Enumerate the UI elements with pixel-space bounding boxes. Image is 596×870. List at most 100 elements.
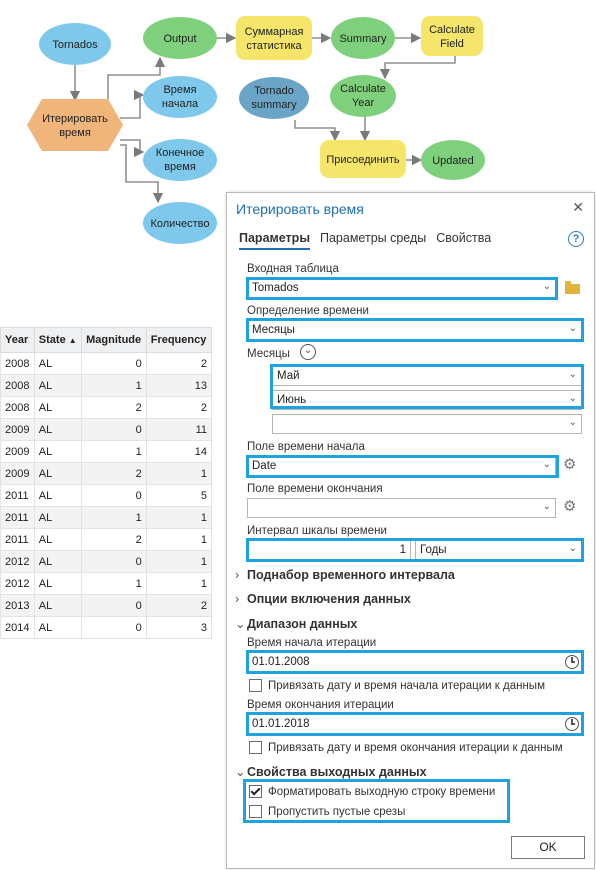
table-row[interactable]: 2011 AL 0 5 — [0, 484, 213, 507]
section-include[interactable]: › Опции включения данных — [235, 592, 411, 606]
snap-end-checkbox[interactable] — [249, 741, 262, 754]
table-row[interactable]: 2009 AL 2 1 — [0, 462, 213, 485]
time-step-unit-select[interactable]: Годы ⌄ — [415, 540, 582, 560]
chevron-down-icon[interactable]: ⌄ — [543, 498, 551, 516]
chevron-down-icon[interactable]: ⌄ — [569, 320, 577, 338]
table-cell: 1 — [145, 528, 213, 551]
node-calculate-field[interactable]: Calculate Field — [421, 16, 483, 56]
table-row[interactable]: 2012 AL 1 1 — [0, 572, 213, 595]
section-range[interactable]: ⌄ Диапазон данных — [235, 616, 357, 631]
start-time-field-select[interactable]: Date ⌄ — [247, 456, 556, 476]
table-row[interactable]: 2008 AL 1 13 — [0, 374, 213, 397]
skip-empty-checkbox-row[interactable]: Пропустить пустые срезы — [249, 805, 405, 818]
ok-button[interactable]: OK — [511, 836, 585, 859]
table-cell: 1 — [145, 572, 213, 595]
column-header-state[interactable]: State ▲ — [33, 327, 83, 353]
table-cell: 2009 — [0, 440, 35, 463]
table-cell: 2013 — [0, 594, 35, 617]
table-cell: 1 — [145, 550, 213, 573]
iteration-end-label: Время окончания итерации — [247, 699, 394, 711]
chevron-down-icon[interactable]: ⌄ — [569, 366, 577, 384]
column-header-magnitude[interactable]: Magnitude — [81, 327, 147, 353]
chevron-down-icon[interactable]: ⌄ — [569, 414, 577, 432]
node-tornado-summary[interactable]: Tornado summary — [239, 77, 309, 119]
sort-ascending-icon: ▲ — [68, 336, 77, 345]
node-join[interactable]: Присоединить — [320, 140, 406, 178]
gear-icon[interactable]: ⚙ — [563, 455, 576, 473]
table-cell: 13 — [145, 374, 213, 397]
node-summary-statistics[interactable]: Суммарная статистика — [236, 16, 312, 60]
table-row[interactable]: 2008 AL 2 2 — [0, 396, 213, 419]
node-end-time[interactable]: Конечное время — [143, 139, 217, 181]
node-summary[interactable]: Summary — [331, 17, 395, 59]
table-cell: 2 — [81, 396, 147, 419]
snap-start-checkbox[interactable] — [249, 679, 262, 692]
chevron-down-icon[interactable]: ⌄ — [569, 540, 577, 558]
node-start-time[interactable]: Время начала — [143, 76, 217, 118]
column-header-year[interactable]: Year — [0, 327, 35, 353]
node-count[interactable]: Количество — [143, 202, 217, 244]
table-cell: 5 — [145, 484, 213, 507]
help-icon[interactable]: ? — [568, 231, 584, 247]
node-output[interactable]: Output — [143, 17, 217, 59]
format-output-checkbox[interactable] — [249, 785, 262, 798]
table-row[interactable]: 2009 AL 0 11 — [0, 418, 213, 441]
month-value-1[interactable]: Май ⌄ — [272, 366, 582, 386]
tab-environments[interactable]: Параметры среды — [320, 231, 426, 250]
collapse-chevron-icon[interactable]: ⌄ — [300, 344, 316, 360]
time-step-value-input[interactable]: 1 — [247, 540, 411, 560]
table-cell: 0 — [81, 594, 147, 617]
chevron-down-icon[interactable]: ⌄ — [543, 278, 551, 296]
iteration-end-input[interactable]: 01.01.2018 — [247, 714, 582, 734]
table-row[interactable]: 2014 AL 0 3 — [0, 616, 213, 639]
chevron-down-icon[interactable]: ⌄ — [569, 390, 577, 408]
section-output[interactable]: ⌄ Свойства выходных данных — [235, 764, 427, 779]
input-table-field[interactable]: Tomados ⌄ — [247, 278, 556, 298]
svg-text:время: время — [164, 161, 196, 173]
chevron-down-icon[interactable]: ⌄ — [543, 456, 551, 474]
node-calculate-year[interactable]: Calculate Year — [330, 75, 396, 117]
month-value-empty[interactable]: ⌄ — [272, 414, 582, 434]
svg-text:Calculate: Calculate — [429, 24, 475, 36]
node-updated[interactable]: Updated — [421, 140, 485, 180]
svg-text:Year: Year — [352, 97, 375, 109]
close-icon[interactable]: ✕ — [572, 199, 584, 216]
table-cell: 2 — [145, 396, 213, 419]
table-row[interactable]: 2008 AL 0 2 — [0, 352, 213, 375]
table-cell: AL — [33, 528, 83, 551]
node-iterate-time[interactable]: Итерировать время — [27, 99, 123, 151]
snap-start-checkbox-row[interactable]: Привязать дату и время начала итерации к… — [249, 679, 545, 692]
format-output-checkbox-row[interactable]: Форматировать выходную строку времени — [249, 785, 495, 798]
table-cell: AL — [33, 418, 83, 441]
dialog-tabs: Параметры Параметры среды Свойства — [239, 231, 491, 250]
table-cell: AL — [33, 396, 83, 419]
table-cell: 14 — [145, 440, 213, 463]
table-cell: 0 — [81, 418, 147, 441]
node-tornados[interactable]: Tornados — [39, 23, 111, 65]
table-cell: AL — [33, 616, 83, 639]
folder-icon[interactable] — [565, 281, 580, 294]
svg-text:Tornado: Tornado — [254, 85, 294, 97]
table-row[interactable]: 2011 AL 2 1 — [0, 528, 213, 551]
skip-empty-checkbox[interactable] — [249, 805, 262, 818]
chevron-down-icon: ⌄ — [235, 617, 246, 631]
column-header-frequency[interactable]: Frequency — [145, 327, 213, 353]
table-row[interactable]: 2011 AL 1 1 — [0, 506, 213, 529]
snap-end-checkbox-row[interactable]: Привязать дату и время окончания итераци… — [249, 741, 563, 754]
end-time-field-select[interactable]: ⌄ — [247, 498, 556, 518]
tab-properties[interactable]: Свойства — [436, 231, 491, 250]
table-cell: 0 — [81, 616, 147, 639]
table-row[interactable]: 2013 AL 0 2 — [0, 594, 213, 617]
iteration-start-input[interactable]: 01.01.2008 — [247, 652, 582, 672]
table-row[interactable]: 2009 AL 1 14 — [0, 440, 213, 463]
time-step-label: Интервал шкалы времени — [247, 525, 387, 537]
table-cell: 2009 — [0, 418, 35, 441]
clock-icon[interactable] — [565, 717, 579, 731]
month-value-2[interactable]: Июнь ⌄ — [272, 390, 582, 410]
table-row[interactable]: 2012 AL 0 1 — [0, 550, 213, 573]
section-subset[interactable]: › Поднабор временного интервала — [235, 568, 455, 582]
time-definition-select[interactable]: Месяцы ⌄ — [247, 320, 582, 340]
tab-parameters[interactable]: Параметры — [239, 231, 310, 250]
clock-icon[interactable] — [565, 655, 579, 669]
gear-icon[interactable]: ⚙ — [563, 497, 576, 515]
